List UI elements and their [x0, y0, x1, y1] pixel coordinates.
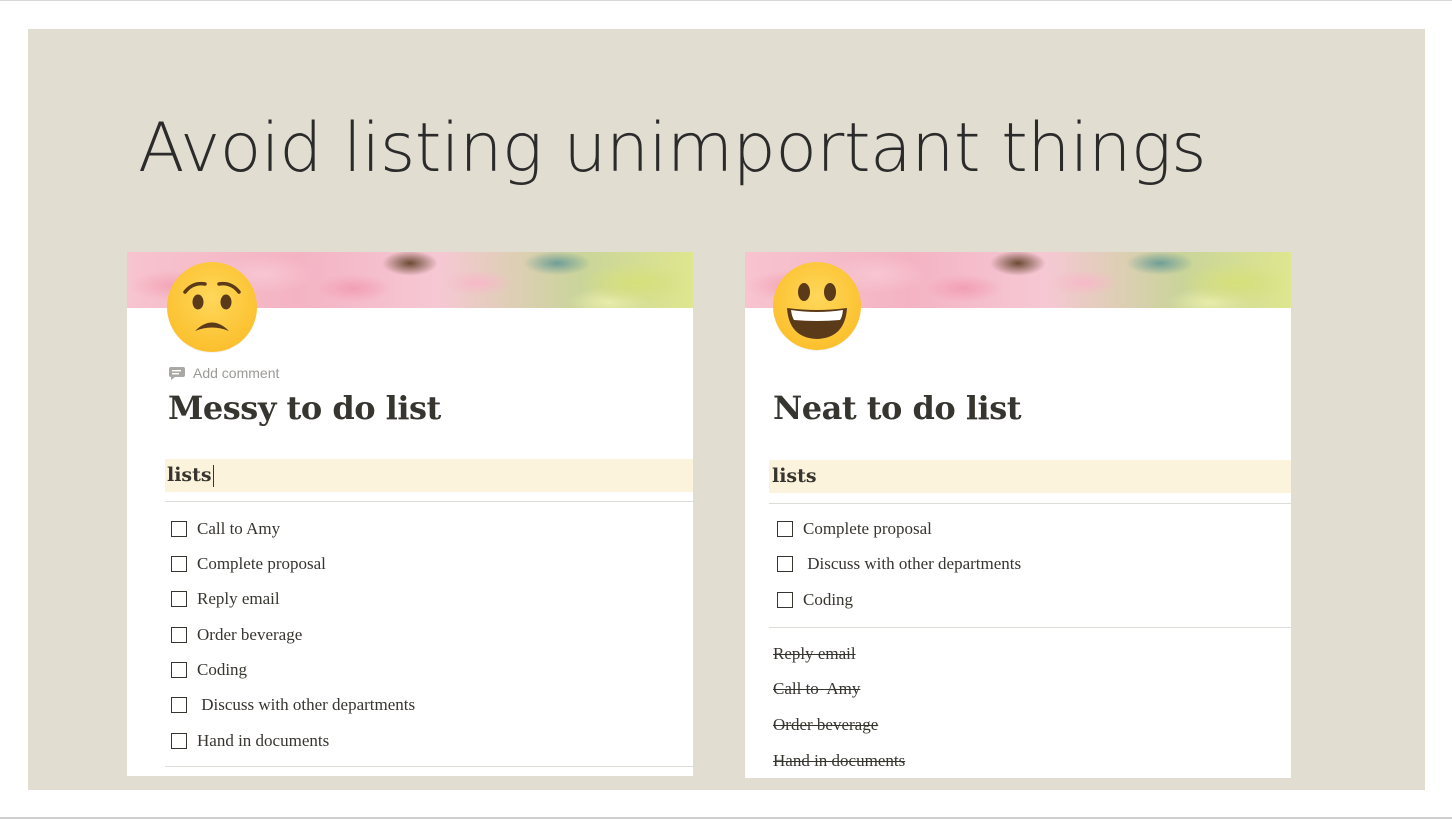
section-heading-text: lists [167, 464, 212, 486]
page-title[interactable]: Messy to do list [168, 389, 441, 427]
completed-label: Call to Amy [773, 679, 861, 698]
worried-face-icon [167, 262, 257, 352]
todo-label: Coding [197, 660, 248, 679]
todo-label: Discuss with other departments [803, 554, 1022, 573]
divider [769, 627, 1291, 628]
checkbox[interactable] [777, 521, 793, 537]
top-border [0, 0, 1452, 1]
checkbox[interactable] [171, 733, 187, 749]
todo-label: Coding [803, 590, 854, 609]
todo-item[interactable]: Discuss with other departments [171, 695, 415, 715]
todo-item[interactable]: Hand in documents [171, 731, 329, 751]
completed-label: Hand in documents [773, 751, 906, 770]
todo-label: Order beverage [197, 625, 303, 644]
todo-label: Complete proposal [197, 554, 326, 573]
todo-label: Complete proposal [803, 519, 932, 538]
section-heading[interactable]: lists [165, 459, 693, 492]
divider [165, 766, 693, 767]
todo-item[interactable]: Coding [171, 660, 247, 680]
todo-label: Discuss with other departments [197, 695, 416, 714]
checkbox[interactable] [171, 591, 187, 607]
neat-todo-panel: Neat to do list lists Complete proposal … [745, 252, 1291, 778]
todo-label: Call to Amy [197, 519, 281, 538]
bottom-border [0, 817, 1452, 819]
todo-label: Hand in documents [197, 731, 330, 750]
page-title[interactable]: Neat to do list [773, 389, 1022, 427]
todo-item[interactable]: Reply email [171, 589, 280, 609]
checkbox[interactable] [777, 556, 793, 572]
todo-item[interactable]: Complete proposal [777, 519, 932, 539]
completed-label: Reply email [773, 644, 856, 663]
slide: Avoid listing unimportant things Add com… [28, 29, 1425, 790]
add-comment-button[interactable]: Add comment [169, 364, 279, 382]
checkbox[interactable] [171, 697, 187, 713]
todo-item[interactable]: Complete proposal [171, 554, 326, 574]
completed-item[interactable]: Hand in documents [773, 751, 905, 771]
checkbox[interactable] [171, 521, 187, 537]
section-heading-text: lists [772, 465, 817, 487]
todo-item[interactable]: Call to Amy [171, 519, 280, 539]
checkbox[interactable] [171, 556, 187, 572]
completed-item[interactable]: Call to Amy [773, 679, 860, 699]
completed-item[interactable]: Order beverage [773, 715, 878, 735]
completed-label: Order beverage [773, 715, 879, 734]
completed-item[interactable]: Reply email [773, 644, 856, 664]
todo-item[interactable]: Order beverage [171, 625, 302, 645]
checkbox[interactable] [171, 662, 187, 678]
section-heading[interactable]: lists [769, 460, 1291, 493]
grinning-face-icon [773, 262, 861, 350]
messy-todo-panel: Add comment Messy to do list lists Call … [127, 252, 693, 776]
divider [769, 503, 1291, 504]
todo-item[interactable]: Discuss with other departments [777, 554, 1021, 574]
todo-label: Reply email [197, 589, 280, 608]
checkbox[interactable] [777, 592, 793, 608]
comment-icon [169, 366, 185, 380]
todo-item[interactable]: Coding [777, 590, 853, 610]
slide-title: Avoid listing unimportant things [138, 109, 1207, 188]
divider [165, 501, 693, 502]
checkbox[interactable] [171, 627, 187, 643]
add-comment-label: Add comment [193, 365, 280, 381]
text-cursor [212, 465, 214, 487]
